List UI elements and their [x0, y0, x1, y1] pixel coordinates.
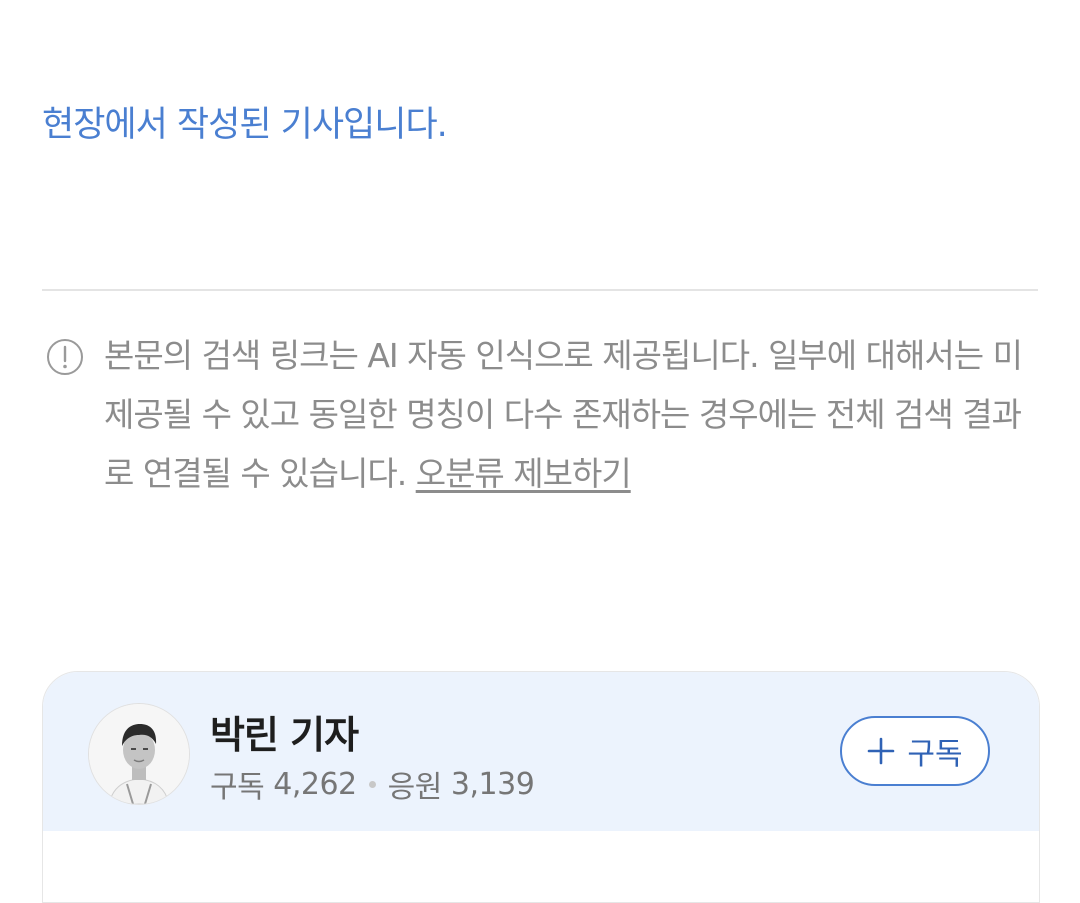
subscribers-label: 구독 [210, 770, 265, 805]
reporter-card-header: 박린 기자 구독 4,262 응원 3,139 구독 [43, 672, 1039, 831]
reporter-name[interactable]: 박린 기자 [210, 704, 359, 759]
reporter-stats: 구독 4,262 응원 3,139 [210, 762, 535, 806]
plus-icon [868, 737, 895, 765]
disclaimer-text: 본문의 검색 링크는 AI 자동 인식으로 제공됩니다. 일부에 대해서는 미제… [104, 326, 1034, 503]
section-divider [42, 289, 1038, 291]
subscribe-button[interactable]: 구독 [840, 716, 990, 786]
subscribe-label: 구독 [907, 737, 963, 772]
reporter-photo [89, 704, 189, 804]
separator-dot [368, 780, 376, 788]
subscribers-count: 4,262 [273, 766, 357, 802]
reporter-card: 박린 기자 구독 4,262 응원 3,139 구독 [42, 671, 1040, 903]
search-link-disclaimer: 본문의 검색 링크는 AI 자동 인식으로 제공됩니다. 일부에 대해서는 미제… [42, 326, 1038, 503]
cheers-count: 3,139 [450, 766, 535, 802]
reporter-avatar[interactable] [88, 703, 190, 805]
info-circle-icon [47, 339, 83, 375]
report-misclassification-link[interactable]: 오분류 제보하기 [416, 454, 632, 493]
cheers-label: 응원 [387, 770, 443, 805]
article-origin-note: 현장에서 작성된 기사입니다. [42, 105, 448, 145]
